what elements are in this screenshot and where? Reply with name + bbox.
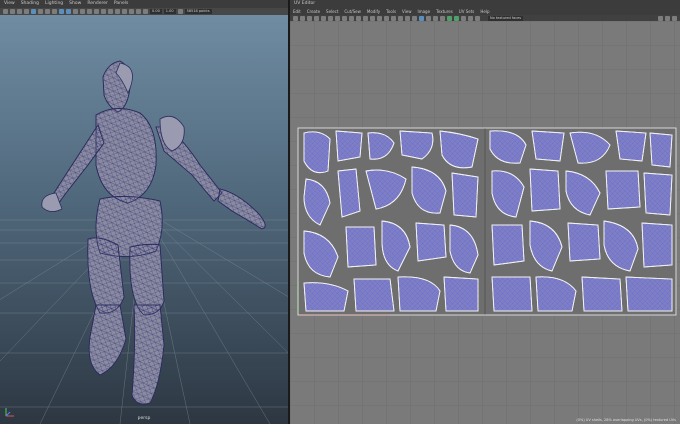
uv-menu-create[interactable]: Create: [307, 9, 320, 14]
menu-show[interactable]: Show: [69, 0, 81, 8]
checker-icon[interactable]: [433, 15, 438, 21]
smooth-shade-icon[interactable]: [66, 9, 71, 14]
uv-menu-view[interactable]: View: [402, 9, 412, 14]
cut-uv-icon[interactable]: [349, 15, 354, 21]
textured-icon[interactable]: [80, 9, 85, 14]
camera-icon[interactable]: [3, 9, 8, 14]
texture-borders-icon[interactable]: [426, 15, 431, 21]
texture-select[interactable]: No textured faces: [488, 15, 524, 21]
bookmark-icon[interactable]: [17, 9, 22, 14]
dim-image-icon[interactable]: [454, 15, 459, 21]
uv-layout: [290, 21, 680, 424]
uv-menu-tools[interactable]: Tools: [386, 9, 396, 14]
uv-menu-select[interactable]: Select: [326, 9, 338, 14]
uv-editor-titlebar: UV Editor: [290, 0, 680, 8]
backface-icon[interactable]: [143, 9, 148, 14]
unfold-icon[interactable]: [363, 15, 368, 21]
viewport-canvas[interactable]: persp: [0, 15, 288, 424]
perspective-panel: View Shading Lighting Show Renderer Pane…: [0, 0, 288, 424]
uv-select-icon[interactable]: [293, 15, 298, 21]
menu-shading[interactable]: Shading: [21, 0, 39, 8]
poly-count: 58518 points: [184, 9, 212, 14]
camera-label: persp: [137, 416, 151, 421]
align-left-icon[interactable]: [377, 15, 382, 21]
display-image-icon[interactable]: [447, 15, 452, 21]
filter-icon[interactable]: [461, 15, 466, 21]
exposure-icon[interactable]: [658, 15, 663, 21]
xray-joints-icon[interactable]: [136, 9, 141, 14]
uv-editor-title: UV Editor: [294, 1, 316, 6]
pixel-snap-icon[interactable]: [412, 15, 417, 21]
uv-move-icon[interactable]: [300, 15, 305, 21]
uv-menu-image[interactable]: Image: [418, 9, 431, 14]
snap-icon[interactable]: [391, 15, 396, 21]
viewport-menubar: View Shading Lighting Show Renderer Pane…: [0, 0, 288, 8]
uv-menu-textures[interactable]: Textures: [436, 9, 453, 14]
camera-attributes-icon[interactable]: [10, 9, 15, 14]
exposure-field[interactable]: 0.00: [150, 9, 162, 14]
distortion-icon[interactable]: [440, 15, 445, 21]
alpha-channel-icon[interactable]: [475, 15, 480, 21]
wireframe-on-shaded-icon[interactable]: [73, 9, 78, 14]
view-transform-icon[interactable]: [672, 15, 677, 21]
resolution-gate-icon[interactable]: [45, 9, 50, 14]
uv-editor-menubar: Edit Create Select Cut/Sew Modify Tools …: [290, 8, 680, 15]
menu-panels[interactable]: Panels: [114, 0, 128, 8]
lights-icon[interactable]: [87, 9, 92, 14]
ambient-occlusion-icon[interactable]: [101, 9, 106, 14]
uv-menu-help[interactable]: Help: [480, 9, 489, 14]
uv-stats-readout: (0%) UV shells, 28% overlapping UVs, (0%…: [576, 418, 676, 422]
flip-v-icon[interactable]: [328, 15, 333, 21]
sew-uv-icon[interactable]: [356, 15, 361, 21]
rotate-ccw-icon[interactable]: [335, 15, 340, 21]
uv-canvas[interactable]: (0%) UV shells, 28% overlapping UVs, (0%…: [290, 21, 680, 424]
rotate-cw-icon[interactable]: [342, 15, 347, 21]
layout-icon[interactable]: [370, 15, 375, 21]
rgb-channel-icon[interactable]: [468, 15, 473, 21]
anti-aliasing-icon[interactable]: [115, 9, 120, 14]
uv-rotate-icon[interactable]: [307, 15, 312, 21]
character-mesh: [41, 60, 266, 405]
image-plane-icon[interactable]: [24, 9, 29, 14]
viewport-scene: [0, 60, 288, 424]
menu-lighting[interactable]: Lighting: [45, 0, 63, 8]
menu-renderer[interactable]: Renderer: [87, 0, 108, 8]
flip-u-icon[interactable]: [321, 15, 326, 21]
grid-uv-icon[interactable]: [405, 15, 410, 21]
uv-menu-uv-sets[interactable]: UV Sets: [459, 9, 475, 14]
uv-menu-modify[interactable]: Modify: [367, 9, 380, 14]
motion-blur-icon[interactable]: [108, 9, 113, 14]
isolate-select-icon[interactable]: [122, 9, 127, 14]
grid-toggle-icon[interactable]: [31, 9, 36, 14]
gamma-icon[interactable]: [665, 15, 670, 21]
gate-mask-icon[interactable]: [52, 9, 57, 14]
uv-menu-cut-sew[interactable]: Cut/Sew: [344, 9, 361, 14]
uv-scale-icon[interactable]: [314, 15, 319, 21]
uv-menu-edit[interactable]: Edit: [293, 9, 301, 14]
xray-icon[interactable]: [129, 9, 134, 14]
straighten-icon[interactable]: [398, 15, 403, 21]
shaded-uv-icon[interactable]: [419, 15, 424, 21]
align-right-icon[interactable]: [384, 15, 389, 21]
color-management-icon[interactable]: [177, 9, 183, 14]
wireframe-icon[interactable]: [59, 9, 64, 14]
film-gate-icon[interactable]: [38, 9, 43, 14]
menu-view[interactable]: View: [4, 0, 15, 8]
uv-editor-panel: UV Editor Edit Create Select Cut/Sew Mod…: [290, 0, 680, 424]
viewport-toolbar: 0.00 1.00 58518 points: [0, 8, 288, 15]
shadows-icon[interactable]: [94, 9, 99, 14]
gamma-field[interactable]: 1.00: [163, 9, 176, 14]
